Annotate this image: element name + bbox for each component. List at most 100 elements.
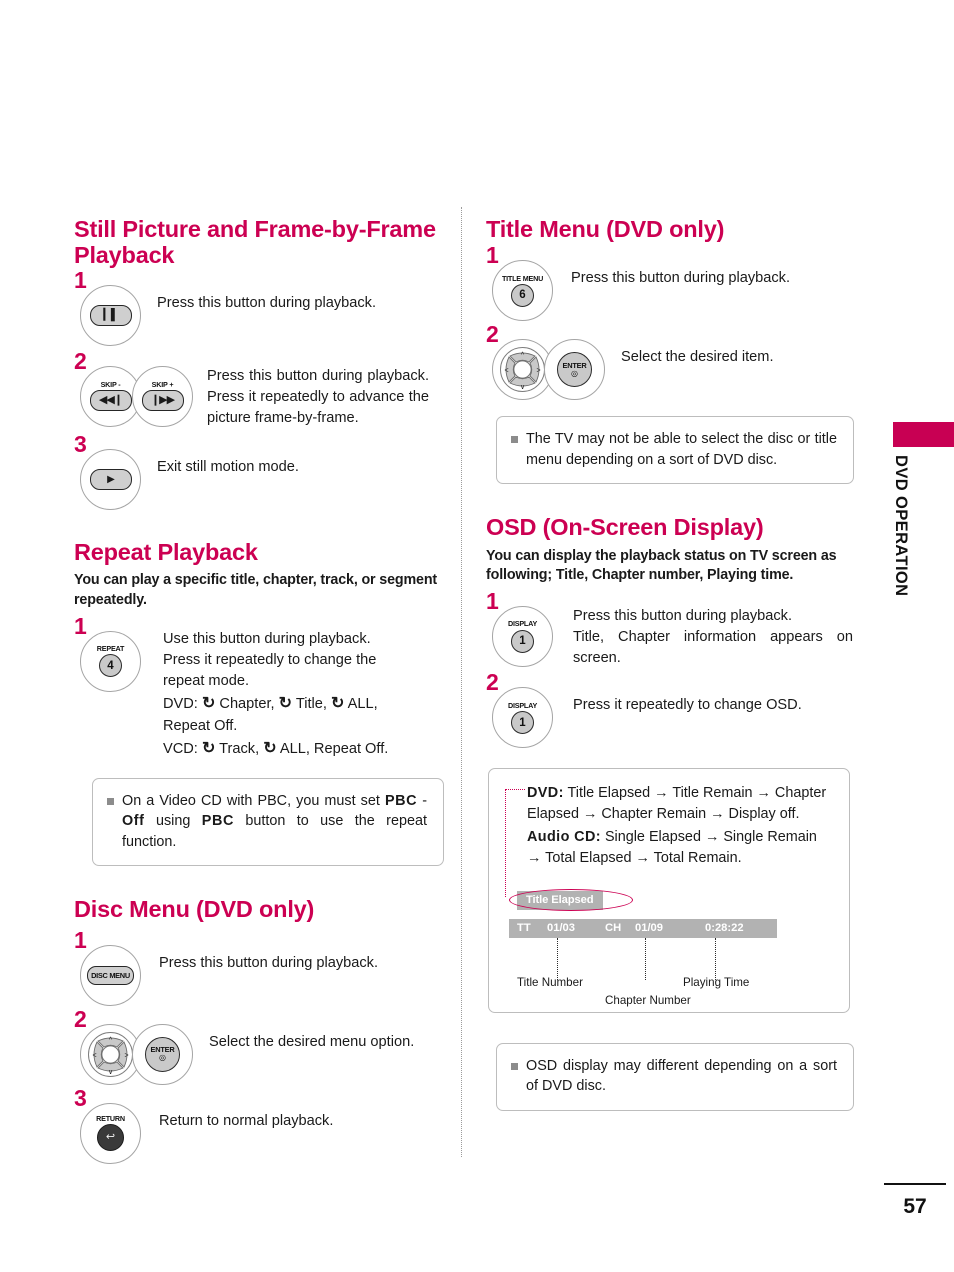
skip-plus-label: SKIP +	[151, 380, 174, 390]
vcd-prefix: VCD:	[163, 740, 198, 757]
footer-rule	[884, 1183, 946, 1185]
note-bold-off: Off	[122, 813, 145, 830]
leader-chapter	[645, 937, 646, 980]
display-label: DISPLAY	[507, 700, 538, 710]
skip-plus-button[interactable]: SKIP + ❙▶▶	[132, 365, 193, 427]
step-disc-3: 3 RETURN ↩ Return to normal playback.	[74, 1086, 446, 1164]
repeat-label: REPEAT	[96, 644, 125, 654]
step-number: 2	[486, 321, 499, 348]
step-line: Press this button during playback.	[159, 954, 379, 971]
display-number: 1	[511, 629, 534, 653]
step-number: 3	[74, 431, 87, 458]
leader-title	[557, 937, 558, 980]
osd-chapter-value: 01/09	[635, 922, 663, 935]
dvd-mode-all: ALL,	[347, 696, 378, 713]
osd-chapter-key: CH	[605, 922, 622, 935]
repeat-line-2: Press it repeatedly to change the repeat…	[163, 652, 377, 690]
step-still-3: 3 ▶ Exit still motion mode.	[74, 433, 446, 511]
page-number: 57	[903, 1195, 927, 1218]
return-button[interactable]: RETURN ↩	[80, 1102, 141, 1164]
caption-chapter-number: Chapter Number	[605, 993, 691, 1007]
step-number: 2	[74, 347, 87, 374]
step-description: Select the desired menu option.	[193, 1018, 414, 1053]
enter-circle: ENTER ◎	[557, 352, 592, 388]
pause-icon: ▎▌	[103, 308, 118, 321]
pause-button[interactable]: ▎▌	[80, 284, 141, 346]
play-icon: ▶	[107, 473, 115, 485]
osd-line-2: Title, Chapter information appears on sc…	[573, 629, 853, 667]
pause-pill: ▎▌	[89, 304, 132, 326]
disc-menu-button[interactable]: DISC MENU	[80, 944, 141, 1006]
skip-forward-icon: ❙▶▶	[150, 394, 175, 407]
section-heading-osd: OSD (On-Screen Display)	[486, 514, 764, 541]
svg-text:∨: ∨	[520, 384, 525, 391]
step-description: Select the desired item.	[605, 333, 774, 368]
section-heading-disc-menu: Disc Menu (DVD only)	[74, 896, 315, 923]
osd-intro: You can display the playback status on T…	[486, 547, 837, 584]
note-part: On a Video CD with PBC, you must set	[122, 792, 385, 809]
svg-text:>: >	[536, 368, 540, 375]
skip-minus-pill: ◀◀❙	[89, 390, 132, 412]
step-line: Return to normal playback.	[159, 1112, 334, 1129]
title-menu-button[interactable]: TITLE MENU 6	[492, 260, 553, 322]
note-text: OSD display may different depending on a…	[526, 1057, 837, 1095]
left-column: Still Picture and Frame-by-Frame Playbac…	[74, 216, 446, 1164]
display-label: DISPLAY	[507, 619, 538, 629]
leader-lines	[509, 937, 833, 980]
step-description: Press it repeatedly to change OSD.	[553, 681, 802, 716]
step-disc-1: 1 DISC MENU Press this button during pla…	[74, 928, 446, 1006]
loop-icon: ↻	[278, 695, 293, 713]
vcd-mode-all: ALL, Repeat Off.	[279, 740, 389, 757]
osd-cd-line: Audio CD: Single Elapsed → Single Remain…	[527, 827, 833, 869]
enter-button[interactable]: ENTER ◎	[544, 339, 605, 401]
repeat-dvd-modes: DVD: ↻ Chapter, ↻ Title, ↻ ALL, Repeat O…	[163, 692, 399, 736]
step-number: 1	[486, 587, 499, 614]
osd-diagram-box: DVD: Title Elapsed → Title Remain → Chap…	[488, 768, 850, 1013]
step-line: Exit still motion mode.	[157, 459, 299, 476]
note-osd: OSD display may different depending on a…	[496, 1042, 854, 1111]
loop-icon: ↻	[201, 695, 216, 713]
play-button[interactable]: ▶	[80, 449, 141, 511]
column-divider	[461, 207, 462, 1157]
enter-label: ENTER	[562, 360, 587, 370]
enter-button[interactable]: ENTER ◎	[132, 1023, 193, 1085]
osd-sequences: DVD: Title Elapsed → Title Remain → Chap…	[505, 783, 833, 869]
osd-status-bar: TT 01/03 CH 01/09 0:28:22	[509, 918, 777, 938]
step-description: Press this button during playback.	[553, 254, 790, 289]
step-description: Use this button during playback. Press i…	[141, 625, 399, 760]
display-button[interactable]: DISPLAY 1	[492, 687, 553, 749]
step-description: Press this button during playback.	[141, 939, 378, 974]
disc-menu-pill: DISC MENU	[87, 965, 134, 985]
display-button[interactable]: DISPLAY 1	[492, 605, 553, 667]
osd-dvd-line: DVD: Title Elapsed → Title Remain → Chap…	[527, 783, 833, 825]
manual-page: Still Picture and Frame-by-Frame Playbac…	[0, 0, 954, 1272]
play-pill: ▶	[89, 469, 132, 491]
step-description: Press this button during playback. Title…	[553, 600, 853, 669]
button-group: SKIP - ◀◀❙ SKIP + ❙▶▶	[74, 360, 193, 427]
loop-icon: ↻	[263, 739, 277, 757]
step-number: 3	[74, 1084, 87, 1111]
osd-tag-group: Title Elapsed	[509, 888, 635, 911]
step-repeat-1: 1 REPEAT 4 Use this button during playba…	[74, 614, 446, 760]
title-menu-label: TITLE MENU	[501, 273, 544, 283]
note-text: On a Video CD with PBC, you must set PBC…	[122, 791, 427, 852]
osd-time-value: 0:28:22	[705, 922, 744, 935]
svg-text:<: <	[504, 368, 508, 375]
dpad-icon: ^ ∨ < >	[499, 346, 546, 393]
bullet-square	[511, 1062, 518, 1070]
step-number: 1	[74, 926, 87, 953]
step-title-2: 2 ^ ∨ < > ENTER ◎ Select the desired ite…	[486, 323, 854, 401]
enter-dot-icon: ◎	[571, 369, 578, 379]
right-column: Title Menu (DVD only) 1 TITLE MENU 6 Pre…	[486, 216, 854, 1111]
button-group: ^ ∨ < > ENTER ◎	[486, 333, 605, 401]
disc-menu-label: DISC MENU	[91, 970, 130, 980]
dvd-mode-off: Repeat Off.	[163, 717, 238, 734]
osd-dvd-label: DVD:	[527, 785, 564, 802]
repeat-button[interactable]: REPEAT 4	[80, 630, 141, 692]
dvd-prefix: DVD:	[163, 696, 198, 713]
step-osd-1: 1 DISPLAY 1 Press this button during pla…	[486, 589, 854, 669]
svg-text:<: <	[92, 1052, 96, 1059]
osd-title-value: 01/03	[547, 922, 575, 935]
step-line: Select the desired menu option.	[209, 1033, 415, 1050]
skip-plus-pill: ❙▶▶	[141, 390, 184, 412]
